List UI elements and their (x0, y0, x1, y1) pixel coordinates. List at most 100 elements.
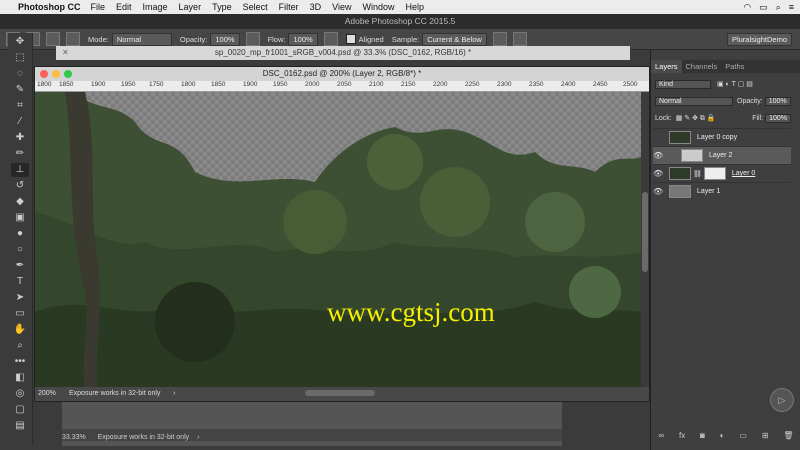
trash-icon[interactable]: 🗑 (783, 431, 793, 440)
minimize-window-button[interactable] (52, 70, 60, 78)
menu-filter[interactable]: Filter (279, 2, 299, 12)
fill-field[interactable]: 100% (765, 113, 791, 123)
opacity-field[interactable]: 100% (210, 32, 240, 46)
tab-paths[interactable]: Paths (721, 60, 748, 73)
more-tools-icon[interactable]: ••• (11, 355, 29, 369)
clone-stamp-tool-icon[interactable]: ⊥ (11, 163, 29, 177)
menu-select[interactable]: Select (243, 2, 268, 12)
lasso-tool-icon[interactable]: ◌ (11, 67, 29, 81)
brush-tool-icon[interactable]: ✏ (11, 147, 29, 161)
menu-icon[interactable]: ≡ (789, 2, 794, 13)
status-menu-arrow[interactable]: › (173, 387, 175, 400)
lock-label: Lock: (655, 114, 672, 122)
battery-icon[interactable]: ▭ (759, 2, 768, 13)
menu-file[interactable]: File (91, 2, 106, 12)
zoom-tool-icon[interactable]: ⌕ (11, 339, 29, 353)
hand-tool-icon[interactable]: ✋ (11, 323, 29, 337)
layer-row[interactable]: 👁 ⛓ Layer 0 (653, 164, 791, 182)
filter-icons[interactable]: ▣ ◐ T ▢ ▤ (717, 80, 753, 88)
brush-panel-icon[interactable] (46, 32, 60, 46)
history-brush-tool-icon[interactable]: ↺ (11, 179, 29, 193)
back-document-zoom[interactable]: 33.33% (62, 434, 86, 441)
pressure-opacity-icon[interactable] (245, 32, 260, 46)
layer-name[interactable]: Layer 0 copy (697, 134, 737, 141)
eye-icon[interactable]: 👁 (653, 169, 663, 178)
image-canvas[interactable]: www.cgtsj.com (35, 92, 641, 387)
back-status-menu-arrow[interactable]: › (197, 434, 199, 441)
new-layer-icon[interactable]: ⊞ (762, 431, 769, 440)
mode-dropdown[interactable]: Normal (111, 32, 172, 46)
document-tab-back[interactable]: ✕ sp_0020_mp_fr1001_sRGB_v004.psd @ 33.3… (56, 46, 630, 60)
pen-tool-icon[interactable]: ✒ (11, 259, 29, 273)
menu-image[interactable]: Image (143, 2, 168, 12)
healing-tool-icon[interactable]: ✚ (11, 131, 29, 145)
menu-view[interactable]: View (332, 2, 351, 12)
menu-help[interactable]: Help (405, 2, 424, 12)
lock-icons[interactable]: ▦ ✎ ✥ ⧉ 🔒 (676, 114, 716, 123)
workspace-dropdown[interactable]: PluralsightDemo (726, 32, 792, 46)
link-icon[interactable]: ∞ (658, 431, 664, 440)
vertical-scroll-thumb[interactable] (642, 192, 648, 272)
fx-icon[interactable]: fx (679, 431, 685, 440)
quick-select-tool-icon[interactable]: ✎ (11, 83, 29, 97)
marquee-tool-icon[interactable]: ⬚ (11, 51, 29, 65)
blend-mode-dropdown[interactable]: Normal (655, 96, 733, 106)
airbrush-icon[interactable] (323, 32, 338, 46)
vertical-scrollbar[interactable] (641, 92, 649, 387)
wifi-icon[interactable]: ◠ (743, 2, 751, 13)
horizontal-ruler[interactable]: 1800 1850 1900 1950 1750 1800 1850 1900 … (35, 81, 649, 92)
document-zoom-level[interactable]: 200% (38, 387, 56, 400)
filter-kind-dropdown[interactable]: Kind (655, 79, 711, 89)
tab-layers[interactable]: Layers (651, 60, 682, 73)
pressure-size-icon[interactable] (512, 32, 527, 46)
rectangle-tool-icon[interactable]: ▭ (11, 307, 29, 321)
fill-label: Fill: (752, 114, 764, 122)
menu-window[interactable]: Window (362, 2, 394, 12)
blur-tool-icon[interactable]: ● (11, 227, 29, 241)
chain-icon[interactable]: ⛓ (693, 170, 702, 178)
filter-row: Kind ▣ ◐ T ▢ ▤ (655, 78, 791, 90)
aligned-checkbox[interactable] (345, 34, 356, 44)
layer-name[interactable]: Layer 0 (732, 170, 755, 177)
eyedropper-tool-icon[interactable]: ⁄ (11, 115, 29, 129)
menu-app-name[interactable]: Photoshop CC (18, 2, 81, 12)
search-icon[interactable]: ⌕ (776, 2, 781, 13)
type-tool-icon[interactable]: T (11, 275, 29, 289)
artboard-icon[interactable]: ▤ (11, 419, 29, 433)
layer-row[interactable]: 👁 Layer 1 (653, 182, 791, 200)
horizontal-scroll-thumb[interactable] (305, 390, 375, 396)
folder-icon[interactable]: ▭ (739, 431, 747, 440)
layer-opacity-field[interactable]: 100% (764, 96, 791, 106)
clone-source-icon[interactable] (66, 32, 80, 46)
move-tool-icon[interactable]: ✥ (11, 35, 29, 49)
eraser-tool-icon[interactable]: ◆ (11, 195, 29, 209)
menu-3d[interactable]: 3D (310, 2, 322, 12)
sample-dropdown[interactable]: Current & Below (422, 32, 487, 46)
eye-icon[interactable]: 👁 (653, 187, 663, 196)
layer-name[interactable]: Layer 2 (709, 152, 732, 159)
layer-mask-thumbnail[interactable] (703, 167, 726, 180)
mask-icon[interactable]: ◙ (700, 431, 705, 440)
document-title-bar[interactable]: DSC_0162.psd @ 200% (Layer 2, RGB/8*) * (35, 67, 649, 81)
layer-row-selected[interactable]: 👁 Layer 2 (653, 146, 791, 164)
menu-layer[interactable]: Layer (179, 2, 202, 12)
menu-edit[interactable]: Edit (116, 2, 132, 12)
flow-field[interactable]: 100% (288, 32, 318, 46)
screen-mode-icon[interactable]: ▢ (11, 403, 29, 417)
layer-row[interactable]: Layer 0 copy (653, 128, 791, 146)
color-swatches-icon[interactable]: ◧ (11, 371, 29, 385)
layer-name[interactable]: Layer 1 (697, 188, 720, 195)
adjustment-icon[interactable]: ◐ (720, 431, 725, 440)
gradient-tool-icon[interactable]: ▣ (11, 211, 29, 225)
dodge-tool-icon[interactable]: ○ (11, 243, 29, 257)
tab-channels[interactable]: Channels (682, 60, 722, 73)
menu-type[interactable]: Type (212, 2, 232, 12)
close-window-button[interactable] (40, 70, 48, 78)
quick-mask-icon[interactable]: ◎ (11, 387, 29, 401)
ignore-adjustment-icon[interactable] (492, 32, 507, 46)
path-select-tool-icon[interactable]: ➤ (11, 291, 29, 305)
zoom-window-button[interactable] (64, 70, 72, 78)
ruler-tick: 1850 (211, 81, 226, 88)
eye-icon[interactable]: 👁 (653, 151, 663, 160)
crop-tool-icon[interactable]: ⌗ (11, 99, 29, 113)
